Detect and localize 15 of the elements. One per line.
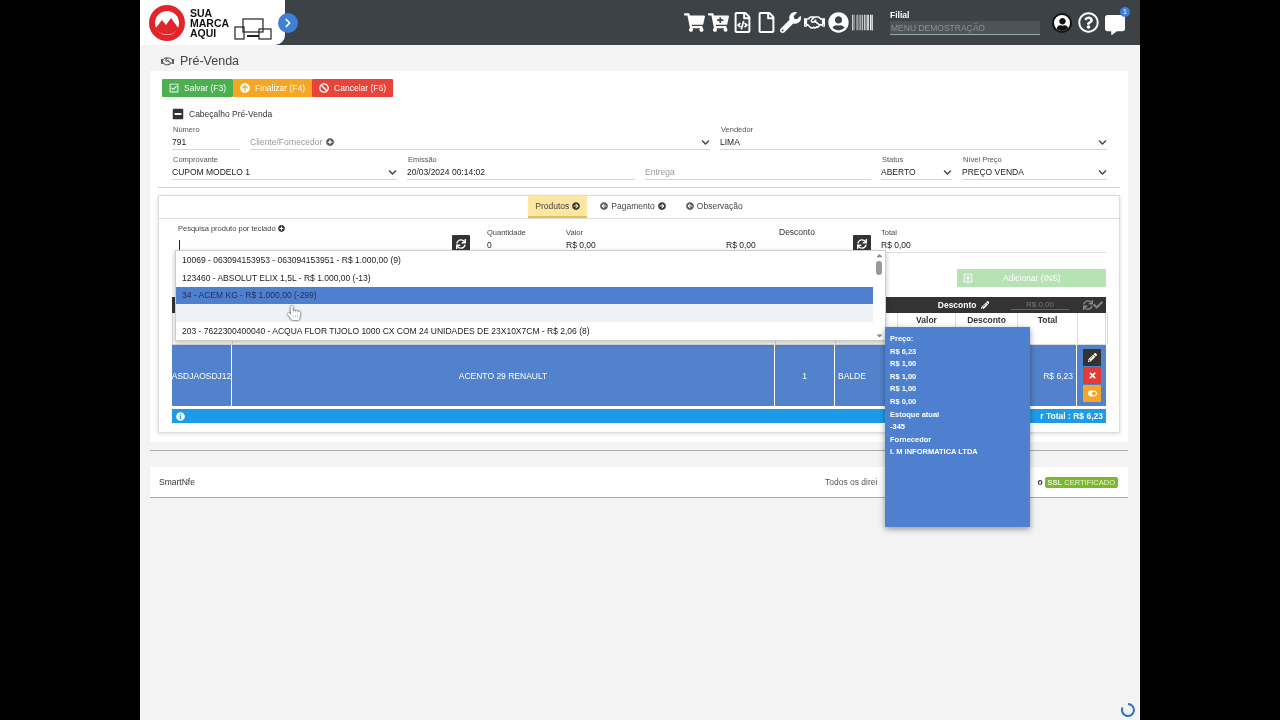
discount-label: Desconto (778, 227, 816, 237)
summary-total: r Total : R$ 6,23 (1040, 411, 1103, 421)
footer-rights: Todos os direi (824, 477, 878, 487)
table-cell: 1 (775, 345, 835, 406)
table-cell: ASDJAOSDJ12 (172, 345, 232, 406)
logo-text: SUA (190, 7, 214, 18)
footer-brand: SmartNfe (159, 477, 195, 487)
page-title: Pré-Venda (180, 54, 240, 68)
table-cell: ACENTO 29 RENAULT (232, 345, 775, 406)
discount-label: Desconto (937, 300, 989, 310)
logo-text: MARCA (190, 17, 230, 28)
filial-label: Filial (890, 10, 911, 20)
section-title: Cabeçalho Pré-Venda (189, 109, 273, 119)
logo-text: AQUI (190, 27, 217, 38)
footer-text: o (1037, 477, 1043, 487)
